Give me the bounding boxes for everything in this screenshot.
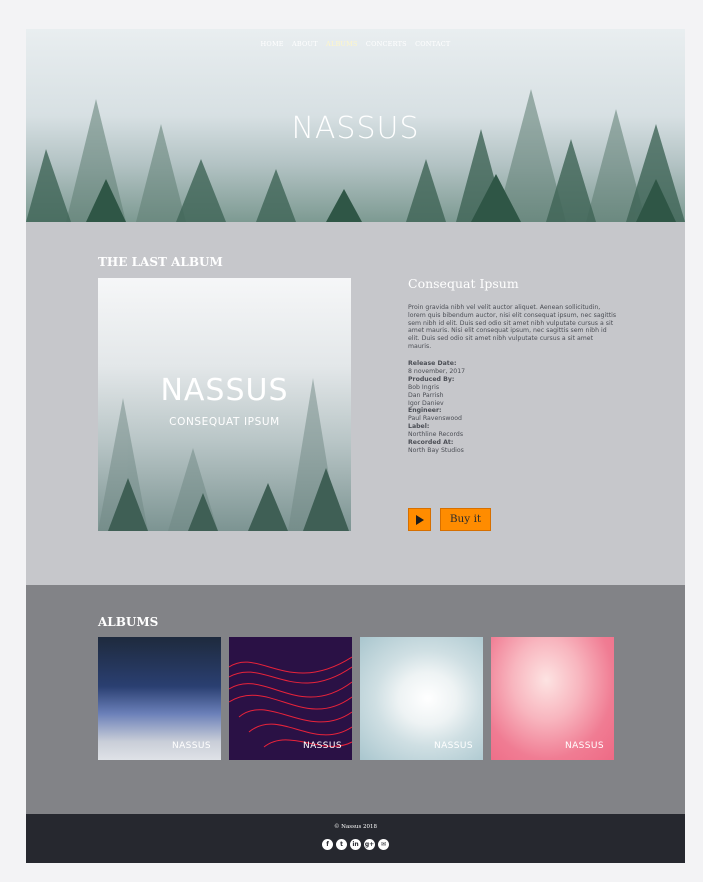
main-nav: HOME ABOUT ALBUMS CONCERTS CONTACT [26, 40, 685, 48]
play-button[interactable] [408, 508, 431, 531]
thumb-logo: NASSUS [433, 741, 473, 751]
nav-item-contact[interactable]: CONTACT [415, 40, 450, 48]
meta-label: Release Date: [408, 360, 457, 367]
hero-logo: NASSUS [291, 111, 420, 146]
social-links: f t in g+ ✉ [26, 839, 685, 850]
thumb-logo: NASSUS [171, 741, 211, 751]
meta-value: Bob Ingris [408, 383, 440, 391]
google-plus-icon[interactable]: g+ [364, 839, 375, 850]
hero-banner: HOME ABOUT ALBUMS CONCERTS CONTACT NASSU… [26, 29, 685, 222]
footer: © Nassus 2018 f t in g+ ✉ [26, 814, 685, 863]
last-album-heading: THE LAST ALBUM [98, 255, 223, 269]
albums-heading: ALBUMS [98, 615, 159, 629]
album-thumb-cloud[interactable]: NASSUS [360, 637, 483, 760]
meta-label: Produced By: [408, 375, 455, 383]
meta-value: Northline Records [408, 431, 464, 439]
meta-label: Engineer: [408, 407, 442, 415]
cover-subtitle: CONSEQUAT IPSUM [169, 416, 280, 428]
meta-label: Recorded At: [408, 439, 454, 447]
last-album-cover: NASSUS CONSEQUAT IPSUM [98, 278, 351, 531]
facebook-icon[interactable]: f [322, 839, 333, 850]
album-title: Consequat Ipsum [408, 276, 519, 291]
nav-item-albums[interactable]: ALBUMS [326, 40, 358, 48]
albums-section: ALBUMS NASSUS NASSUS NASSUS NASSUS [26, 585, 685, 814]
album-thumb-smoke-blue[interactable]: NASSUS [98, 637, 221, 760]
nav-item-concerts[interactable]: CONCERTS [366, 40, 407, 48]
meta-value: Paul Ravenswood [408, 415, 462, 423]
twitter-icon[interactable]: t [336, 839, 347, 850]
meta-value: Dan Parrish [408, 391, 444, 399]
album-thumb-pink-smoke[interactable]: NASSUS [491, 637, 614, 760]
buy-button[interactable]: Buy it [440, 508, 491, 531]
album-meta: Release Date: 8 november, 2017 Produced … [408, 360, 618, 455]
thumb-logo: NASSUS [302, 741, 342, 751]
linkedin-icon[interactable]: in [350, 839, 361, 850]
meta-value: 8 november, 2017 [408, 367, 466, 375]
nav-item-about[interactable]: ABOUT [292, 40, 318, 48]
album-description: Proin gravida nibh vel velit auctor aliq… [408, 304, 617, 350]
meta-label: Label: [408, 423, 430, 431]
meta-value: North Bay Studios [408, 446, 464, 454]
thumb-logo: NASSUS [564, 741, 604, 751]
meta-value: Igor Daniev [408, 399, 444, 407]
nav-item-home[interactable]: HOME [261, 40, 284, 48]
email-icon[interactable]: ✉ [378, 839, 389, 850]
cover-logo: NASSUS [160, 373, 289, 408]
copyright: © Nassus 2018 [333, 824, 378, 830]
album-thumb-red-lines[interactable]: NASSUS [229, 637, 352, 760]
play-icon [416, 514, 424, 525]
page: HOME ABOUT ALBUMS CONCERTS CONTACT NASSU… [26, 29, 685, 863]
